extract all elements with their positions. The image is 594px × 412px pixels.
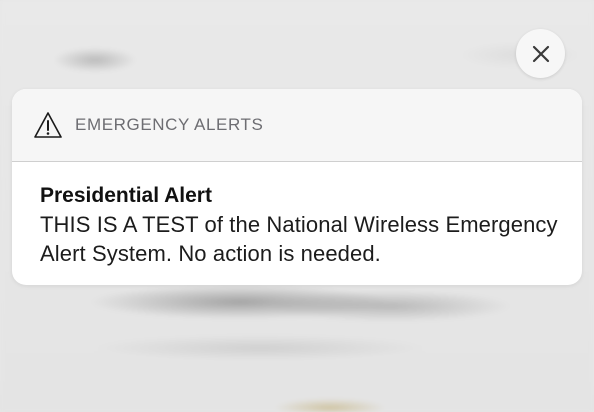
alert-title: Presidential Alert (40, 184, 212, 207)
close-button[interactable] (516, 29, 565, 78)
app-name: EMERGENCY ALERTS (75, 115, 264, 134)
alert-message: THIS IS A TEST of the National Wireless … (40, 212, 558, 266)
close-icon (532, 45, 549, 62)
alert-body: Presidential Alert THIS IS A TEST of the… (12, 162, 582, 268)
warning-triangle-icon (34, 112, 62, 138)
alert-notification-card[interactable]: EMERGENCY ALERTS Presidential Alert THIS… (12, 89, 582, 285)
alert-header: EMERGENCY ALERTS (12, 89, 582, 162)
